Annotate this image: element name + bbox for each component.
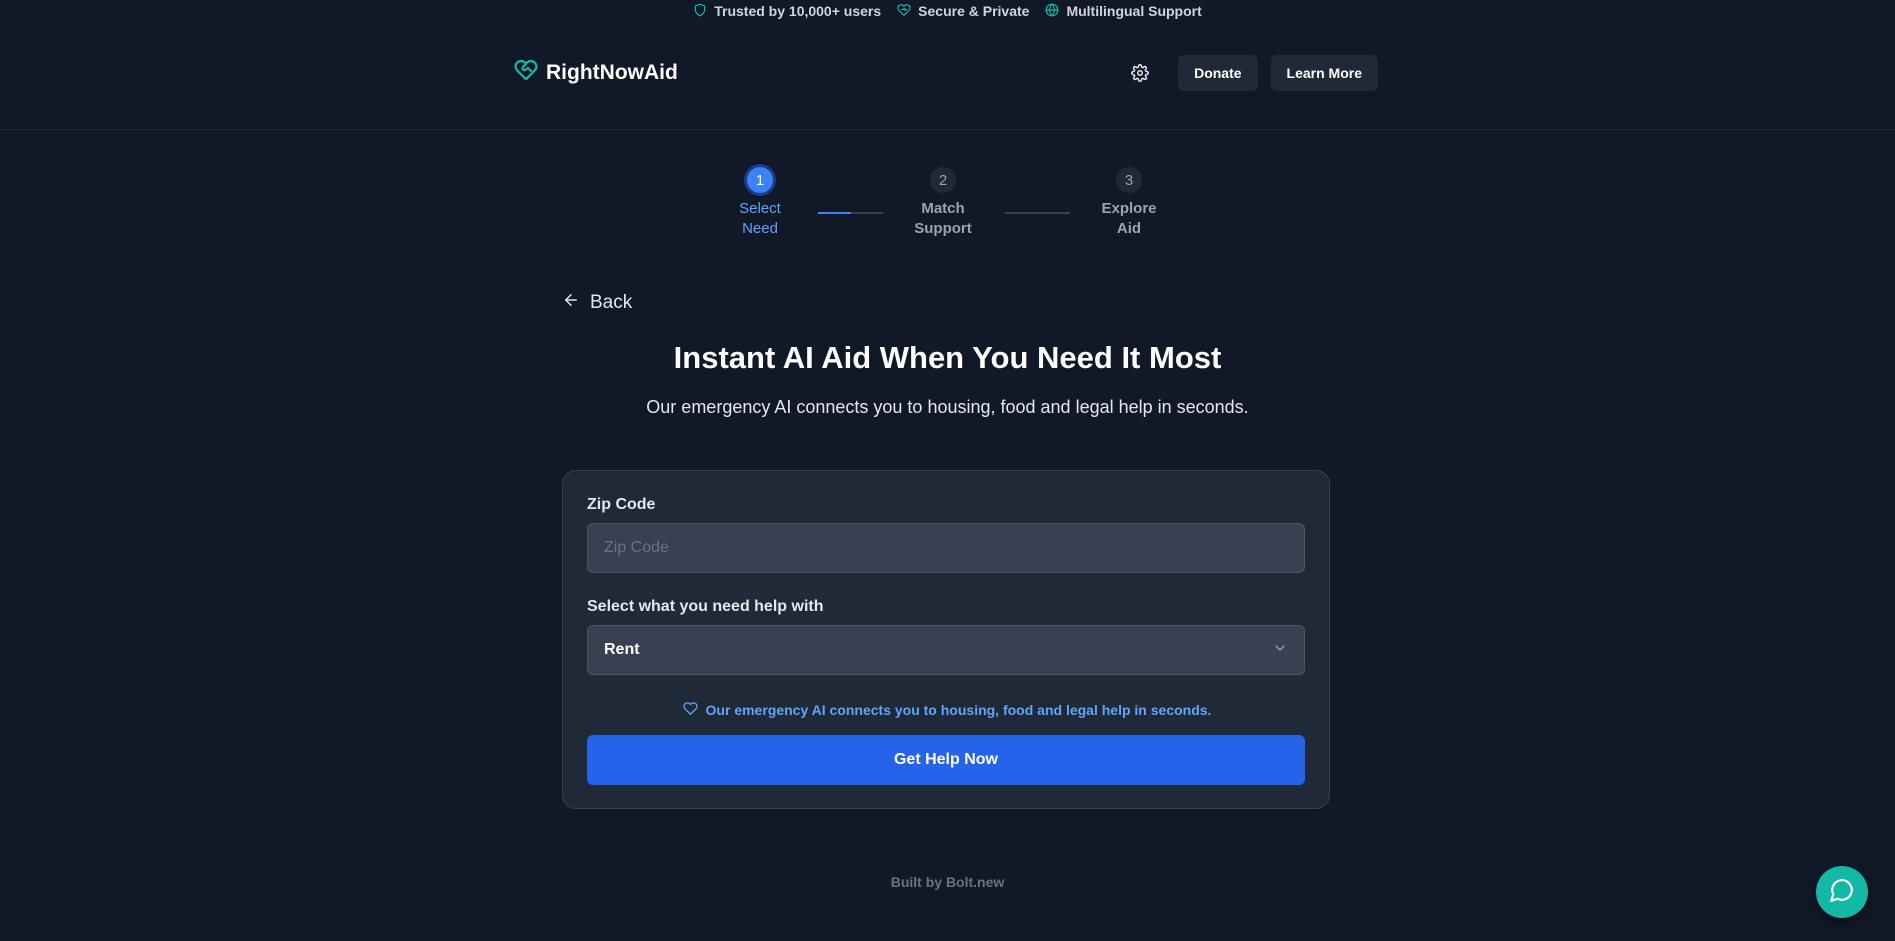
step-label-line: Need: [742, 220, 778, 237]
step-connector: [818, 212, 883, 214]
chevron-down-icon: [1272, 640, 1288, 661]
back-button[interactable]: Back: [562, 291, 632, 315]
need-select-value: Rent: [604, 641, 640, 658]
footer-credit[interactable]: Built by Bolt.new: [0, 874, 1895, 890]
site-header: RightNowAid Donate Learn More: [0, 22, 1895, 130]
form-note-text: Our emergency AI connects you to housing…: [705, 702, 1212, 718]
trust-bar: Trusted by 10,000+ users Secure & Privat…: [0, 0, 1895, 22]
step-match-support: 2 Match Support: [903, 167, 983, 239]
step-number: 2: [930, 167, 956, 193]
form-note: Our emergency AI connects you to housing…: [563, 701, 1331, 719]
trust-item-secure: Secure & Private: [897, 3, 1029, 20]
globe-icon: [1045, 3, 1059, 20]
trust-label: Trusted by 10,000+ users: [714, 3, 882, 19]
step-label-line: Select: [739, 200, 781, 217]
donate-button[interactable]: Donate: [1178, 55, 1258, 91]
help-request-form: Zip Code Select what you need help with …: [562, 470, 1330, 809]
trust-label: Secure & Private: [918, 3, 1030, 19]
step-number: 3: [1116, 167, 1142, 193]
page-subtitle: Our emergency AI connects you to housing…: [646, 397, 1249, 417]
heart-icon: [897, 3, 911, 20]
heart-handshake-icon: [514, 58, 538, 88]
brand-logo[interactable]: RightNowAid: [514, 58, 678, 88]
trust-item-users: Trusted by 10,000+ users: [693, 3, 881, 20]
step-select-need: 1 Select Need: [720, 167, 800, 239]
zip-code-label: Zip Code: [587, 496, 656, 513]
step-label-line: Support: [914, 220, 972, 237]
step-explore-aid: 3 Explore Aid: [1089, 167, 1169, 239]
progress-stepper: 1 Select Need 2 Match Support 3 Explore …: [0, 167, 1895, 247]
step-connector-progress: [818, 212, 851, 214]
get-help-now-button[interactable]: Get Help Now: [587, 735, 1305, 785]
step-number: 1: [747, 167, 773, 193]
gear-icon[interactable]: [1131, 64, 1150, 82]
step-label-line: Aid: [1116, 220, 1142, 237]
trust-item-multilingual: Multilingual Support: [1045, 3, 1202, 20]
need-select[interactable]: Rent: [587, 625, 1305, 675]
learn-more-button[interactable]: Learn More: [1270, 55, 1378, 91]
zip-code-input[interactable]: [587, 523, 1305, 573]
page-title: Instant AI Aid When You Need It Most: [673, 340, 1222, 375]
heart-icon: [682, 701, 698, 719]
header-actions: Donate Learn More: [1131, 55, 1378, 91]
arrow-left-icon: [562, 291, 580, 315]
step-label-line: Explore: [1101, 200, 1157, 217]
chat-button[interactable]: [1816, 866, 1868, 918]
chat-bubble-icon: [1829, 877, 1855, 908]
brand-name: RightNowAid: [546, 61, 678, 84]
need-select-label: Select what you need help with: [587, 598, 824, 615]
shield-icon: [693, 3, 707, 20]
trust-label: Multilingual Support: [1066, 3, 1202, 19]
back-label: Back: [590, 292, 633, 313]
step-connector: [1005, 212, 1070, 214]
step-label-line: Match: [921, 200, 965, 217]
